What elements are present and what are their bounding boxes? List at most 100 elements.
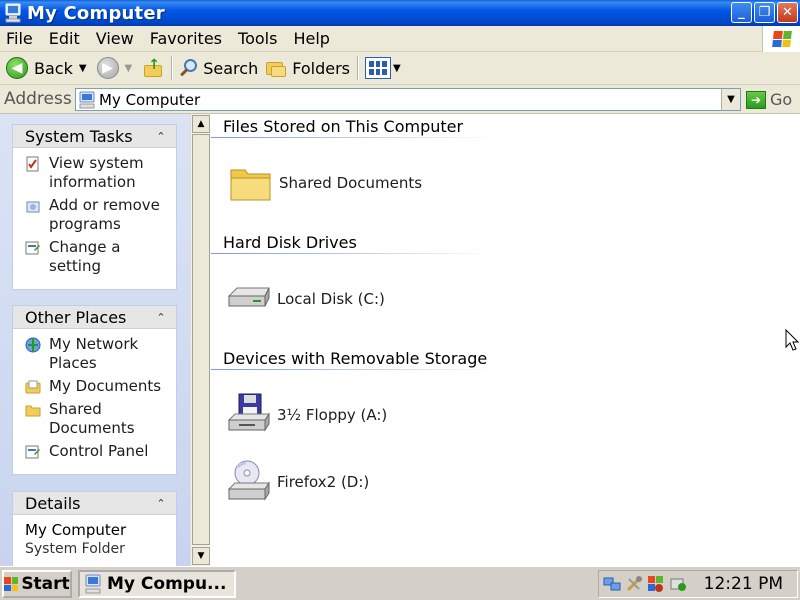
task-change-a-setting[interactable]: Change a setting bbox=[25, 238, 170, 276]
group-header: Devices with Removable Storage bbox=[223, 349, 488, 368]
menu-file[interactable]: File bbox=[0, 29, 41, 48]
group-divider bbox=[211, 253, 495, 254]
collapse-chevron-icon[interactable]: ⌃ bbox=[154, 311, 168, 324]
search-label: Search bbox=[203, 58, 259, 78]
forward-arrow-icon: ▶ bbox=[96, 57, 119, 79]
mouse-cursor-icon bbox=[785, 328, 800, 355]
address-dropdown-icon[interactable]: ▼ bbox=[721, 89, 740, 110]
place-label: My Network Places bbox=[49, 335, 139, 372]
collapse-chevron-icon[interactable]: ⌃ bbox=[154, 497, 168, 510]
group-divider bbox=[211, 369, 495, 370]
scrollbar-thumb[interactable] bbox=[192, 134, 210, 545]
control-panel-icon bbox=[25, 444, 41, 460]
place-my-documents[interactable]: My Documents bbox=[25, 377, 170, 396]
folder-content: Files Stored on This Computer Shared Doc… bbox=[211, 114, 800, 566]
group-divider bbox=[211, 137, 495, 138]
window-title: My Computer bbox=[27, 2, 165, 24]
search-icon bbox=[179, 58, 199, 78]
menu-help[interactable]: Help bbox=[285, 29, 337, 48]
item-label: Local Disk (C:) bbox=[277, 290, 385, 308]
up-folder-button[interactable]: ↑ bbox=[138, 54, 168, 82]
folders-icon bbox=[266, 58, 288, 78]
group-header: Hard Disk Drives bbox=[223, 233, 357, 252]
windows-logo-icon bbox=[762, 26, 800, 52]
item-shared-documents[interactable]: Shared Documents bbox=[227, 160, 422, 206]
task-view-system-information[interactable]: View system information bbox=[25, 154, 170, 192]
network-icon[interactable] bbox=[603, 575, 621, 593]
maximize-button[interactable]: ❐ bbox=[754, 2, 775, 23]
go-button[interactable]: ➔ Go bbox=[746, 88, 792, 111]
place-label: Control Panel bbox=[49, 442, 149, 460]
my-computer-icon bbox=[85, 574, 101, 594]
system-tasks-header[interactable]: System Tasks ⌃ bbox=[13, 125, 176, 148]
address-label: Address bbox=[4, 89, 72, 109]
minimize-button[interactable]: _ bbox=[731, 2, 752, 23]
place-control-panel[interactable]: Control Panel bbox=[25, 442, 170, 461]
security-alert-icon[interactable] bbox=[647, 575, 665, 593]
task-pane: System Tasks ⌃ View system information A… bbox=[0, 114, 190, 566]
item-label: Shared Documents bbox=[279, 174, 423, 192]
search-button[interactable]: Search bbox=[175, 54, 262, 82]
forward-button[interactable]: ▶ ▼ bbox=[93, 54, 139, 82]
menu-edit[interactable]: Edit bbox=[41, 29, 88, 48]
start-button[interactable]: Start bbox=[2, 570, 72, 598]
forward-dropdown-icon[interactable]: ▼ bbox=[125, 63, 133, 74]
views-button[interactable]: ▼ bbox=[361, 54, 407, 82]
item-cd-drive-d[interactable]: Firefox2 (D:) bbox=[225, 459, 369, 505]
place-my-network-places[interactable]: My Network Places bbox=[25, 335, 170, 373]
other-places-header[interactable]: Other Places ⌃ bbox=[13, 306, 176, 329]
floppy-drive-icon bbox=[225, 392, 273, 438]
address-bar: Address My Computer ▼ ➔ Go bbox=[0, 85, 800, 114]
toolbar-separator bbox=[357, 56, 358, 80]
other-places-panel: Other Places ⌃ My Network Places My Docu… bbox=[12, 305, 177, 475]
task-add-remove-programs[interactable]: Add or remove programs bbox=[25, 196, 170, 234]
views-icon bbox=[365, 57, 391, 79]
hard-disk-icon bbox=[225, 276, 273, 322]
back-arrow-icon: ◀ bbox=[6, 57, 28, 79]
menu-favorites[interactable]: Favorites bbox=[142, 29, 230, 48]
clock[interactable]: 12:21 PM bbox=[704, 574, 783, 594]
details-panel: Details ⌃ My Computer System Folder bbox=[12, 491, 177, 566]
views-dropdown-icon[interactable]: ▼ bbox=[393, 63, 401, 74]
menu-tools[interactable]: Tools bbox=[230, 29, 285, 48]
place-shared-documents[interactable]: Shared Documents bbox=[25, 400, 170, 438]
details-type: System Folder bbox=[25, 541, 125, 557]
toolbar-separator bbox=[171, 56, 173, 80]
scroll-up-icon[interactable]: ▲ bbox=[192, 115, 210, 133]
item-label: Firefox2 (D:) bbox=[277, 473, 370, 491]
collapse-chevron-icon[interactable]: ⌃ bbox=[154, 130, 168, 143]
menu-view[interactable]: View bbox=[88, 29, 142, 48]
item-floppy-a[interactable]: 3½ Floppy (A:) bbox=[225, 392, 387, 438]
back-button[interactable]: ◀ Back ▼ bbox=[2, 54, 93, 82]
close-button[interactable]: ✕ bbox=[777, 2, 798, 23]
taskbar-window-my-computer[interactable]: My Compu... bbox=[78, 570, 236, 598]
folder-icon bbox=[25, 402, 41, 418]
taskbar: Start My Compu... 12:21 PM bbox=[0, 566, 800, 600]
taskbar-window-label: My Compu... bbox=[107, 574, 227, 594]
task-label: Add or remove programs bbox=[49, 196, 160, 233]
place-label: My Documents bbox=[49, 377, 162, 395]
address-value: My Computer bbox=[99, 90, 201, 109]
scroll-down-icon[interactable]: ▼ bbox=[192, 547, 210, 565]
update-icon[interactable] bbox=[669, 575, 687, 593]
other-places-title: Other Places bbox=[25, 307, 127, 327]
system-info-icon bbox=[25, 156, 41, 172]
details-header[interactable]: Details ⌃ bbox=[13, 492, 176, 515]
task-pane-scrollbar[interactable]: ▲ ▼ bbox=[190, 114, 210, 566]
place-label: Shared Documents bbox=[49, 400, 135, 437]
item-local-disk-c[interactable]: Local Disk (C:) bbox=[225, 276, 385, 322]
title-bar[interactable]: My Computer _ ❐ ✕ bbox=[0, 0, 800, 26]
address-input[interactable]: My Computer ▼ bbox=[75, 88, 741, 111]
group-header: Files Stored on This Computer bbox=[223, 117, 464, 136]
back-label: Back bbox=[34, 58, 73, 78]
menu-bar: File Edit View Favorites Tools Help bbox=[0, 26, 800, 52]
back-dropdown-icon[interactable]: ▼ bbox=[79, 63, 87, 74]
network-places-icon bbox=[25, 337, 41, 353]
tools-icon[interactable] bbox=[625, 575, 643, 593]
my-computer-icon bbox=[79, 91, 95, 109]
folders-button[interactable]: Folders bbox=[262, 54, 354, 82]
folders-label: Folders bbox=[292, 58, 350, 78]
control-panel-icon bbox=[25, 240, 41, 256]
system-tasks-panel: System Tasks ⌃ View system information A… bbox=[12, 124, 177, 290]
my-documents-icon bbox=[25, 379, 41, 395]
